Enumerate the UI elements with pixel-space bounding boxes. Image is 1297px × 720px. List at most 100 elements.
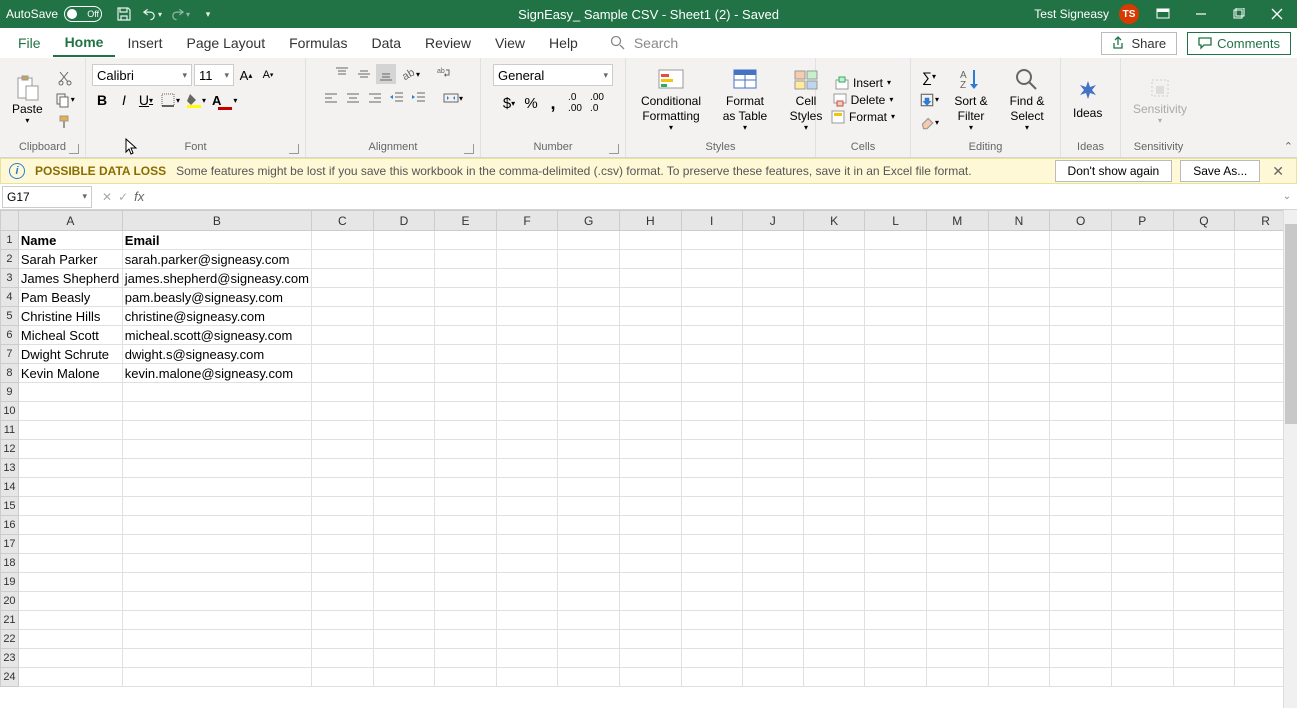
cell-E20[interactable] [435,592,497,611]
cell-K17[interactable] [803,535,865,554]
col-header-I[interactable]: I [681,211,742,231]
cell-M21[interactable] [926,611,988,630]
cell-H23[interactable] [620,649,682,668]
cell-H15[interactable] [620,497,682,516]
cell-N14[interactable] [988,478,1050,497]
cell-A12[interactable] [18,440,122,459]
cell-K10[interactable] [803,402,865,421]
collapse-ribbon-icon[interactable]: ⌃ [1284,140,1293,153]
cell-Q4[interactable] [1173,288,1235,307]
sort-filter-button[interactable]: AZ Sort & Filter▾ [945,64,997,134]
tab-help[interactable]: Help [537,30,590,56]
cell-Q9[interactable] [1173,383,1235,402]
close-icon[interactable] [1263,4,1291,24]
cell-H2[interactable] [620,250,682,269]
font-color-button[interactable]: A▾ [210,90,239,110]
cells-delete-button[interactable]: Delete▾ [833,93,894,107]
col-header-G[interactable]: G [558,211,620,231]
cell-C3[interactable] [312,269,374,288]
cell-N22[interactable] [988,630,1050,649]
cell-N1[interactable] [988,231,1050,250]
cell-E6[interactable] [435,326,497,345]
cell-J20[interactable] [742,592,803,611]
cell-D6[interactable] [373,326,435,345]
cell-C2[interactable] [312,250,374,269]
cell-O22[interactable] [1050,630,1112,649]
cell-D11[interactable] [373,421,435,440]
fill-button[interactable]: ▾ [917,90,941,110]
cell-P24[interactable] [1112,668,1174,687]
underline-button[interactable]: U▾ [136,90,156,110]
cell-A18[interactable] [18,554,122,573]
alignment-launcher[interactable] [464,144,474,154]
cell-O15[interactable] [1050,497,1112,516]
cell-C16[interactable] [312,516,374,535]
cell-G18[interactable] [558,554,620,573]
row-header-18[interactable]: 18 [1,554,19,573]
cell-C6[interactable] [312,326,374,345]
cell-I9[interactable] [681,383,742,402]
cell-A13[interactable] [18,459,122,478]
cell-N10[interactable] [988,402,1050,421]
cell-A19[interactable] [18,573,122,592]
cell-O4[interactable] [1050,288,1112,307]
cell-K4[interactable] [803,288,865,307]
cell-K21[interactable] [803,611,865,630]
cell-I2[interactable] [681,250,742,269]
cell-G23[interactable] [558,649,620,668]
maximize-icon[interactable] [1225,4,1253,24]
cell-F17[interactable] [496,535,557,554]
tab-view[interactable]: View [483,30,537,56]
cell-E21[interactable] [435,611,497,630]
cell-N13[interactable] [988,459,1050,478]
cell-A7[interactable]: Dwight Schrute [18,345,122,364]
cell-N11[interactable] [988,421,1050,440]
cell-D14[interactable] [373,478,435,497]
cell-G12[interactable] [558,440,620,459]
cell-E24[interactable] [435,668,497,687]
cell-O8[interactable] [1050,364,1112,383]
cell-D12[interactable] [373,440,435,459]
tab-home[interactable]: Home [53,29,116,57]
cell-J9[interactable] [742,383,803,402]
cell-B11[interactable] [122,421,311,440]
cell-K1[interactable] [803,231,865,250]
cell-D21[interactable] [373,611,435,630]
cell-C7[interactable] [312,345,374,364]
cell-I23[interactable] [681,649,742,668]
cell-K23[interactable] [803,649,865,668]
cell-F8[interactable] [496,364,557,383]
col-header-J[interactable]: J [742,211,803,231]
cell-D4[interactable] [373,288,435,307]
number-launcher[interactable] [609,144,619,154]
row-header-2[interactable]: 2 [1,250,19,269]
cell-K2[interactable] [803,250,865,269]
cell-B23[interactable] [122,649,311,668]
cell-F18[interactable] [496,554,557,573]
cell-A15[interactable] [18,497,122,516]
cell-J19[interactable] [742,573,803,592]
cell-B24[interactable] [122,668,311,687]
tab-review[interactable]: Review [413,30,483,56]
cell-Q13[interactable] [1173,459,1235,478]
cell-G8[interactable] [558,364,620,383]
fill-color-button[interactable]: ▾ [184,90,208,110]
cell-M20[interactable] [926,592,988,611]
cell-I4[interactable] [681,288,742,307]
cell-C14[interactable] [312,478,374,497]
row-header-10[interactable]: 10 [1,402,19,421]
cell-N19[interactable] [988,573,1050,592]
cell-N18[interactable] [988,554,1050,573]
cell-I20[interactable] [681,592,742,611]
increase-indent-button[interactable] [409,88,429,108]
cell-H11[interactable] [620,421,682,440]
cell-P12[interactable] [1112,440,1174,459]
cell-N4[interactable] [988,288,1050,307]
cell-F4[interactable] [496,288,557,307]
cell-H12[interactable] [620,440,682,459]
cell-E15[interactable] [435,497,497,516]
minimize-icon[interactable] [1187,4,1215,24]
select-all-corner[interactable] [1,211,19,231]
clipboard-launcher[interactable] [69,144,79,154]
fx-icon[interactable]: fx [134,189,144,204]
